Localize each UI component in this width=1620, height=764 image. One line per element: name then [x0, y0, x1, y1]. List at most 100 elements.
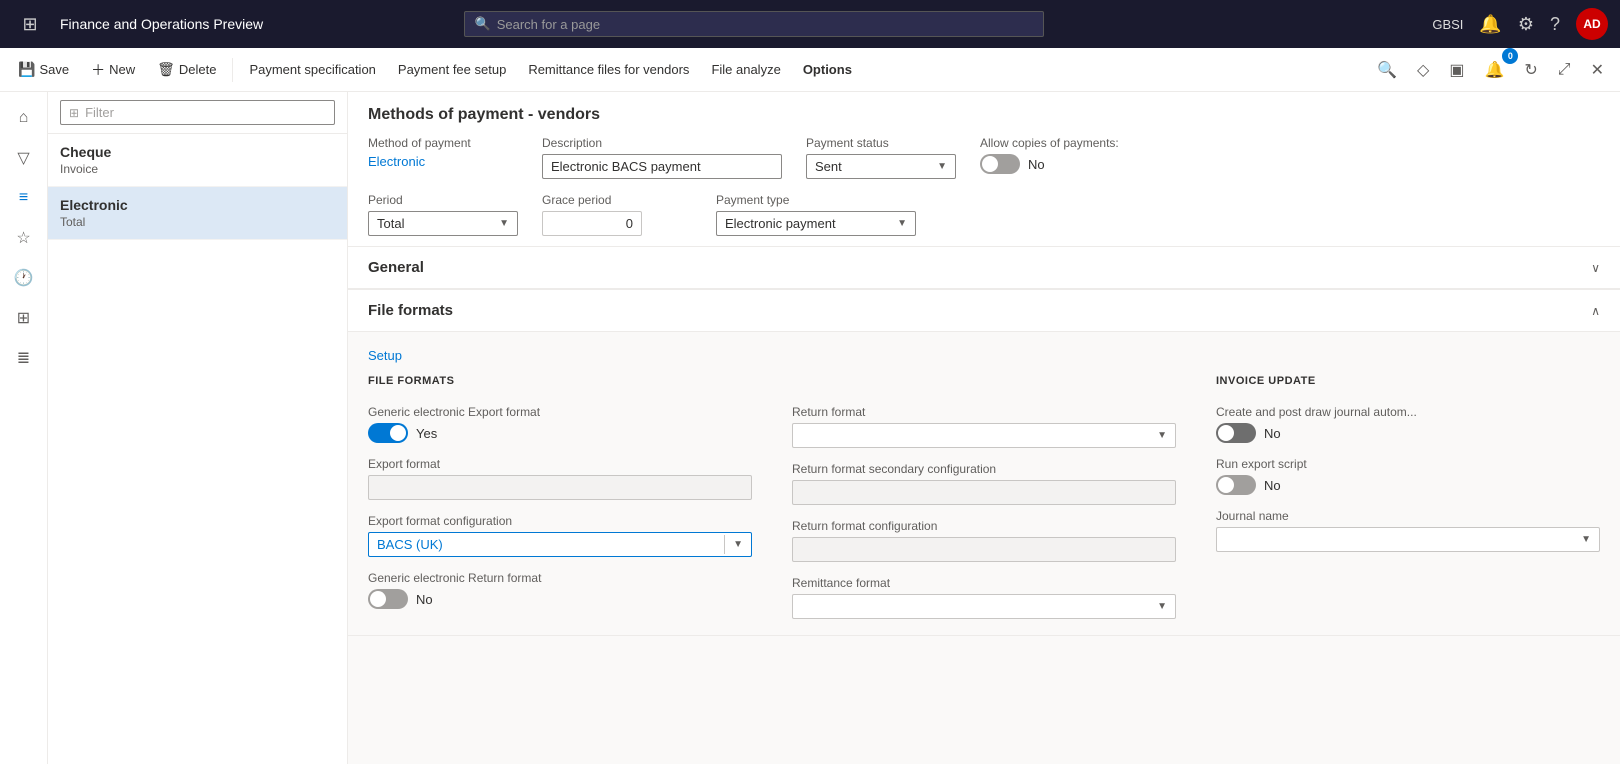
fields-grid: Method of payment Electronic Description… — [368, 136, 1600, 179]
return-format-select[interactable] — [793, 424, 1157, 447]
home-icon[interactable]: ⌂ — [6, 100, 42, 136]
nav-grid-icon[interactable]: ⊞ — [12, 6, 48, 42]
payment-spec-button[interactable]: Payment specification — [239, 56, 385, 83]
general-section: General ∨ — [348, 247, 1620, 290]
grid-icon[interactable]: ⊞ — [6, 300, 42, 336]
filter-input-wrap[interactable]: ⊞ — [60, 100, 335, 125]
file-formats-chevron: ∧ — [1591, 304, 1600, 318]
setup-link[interactable]: Setup — [368, 348, 402, 363]
delete-button[interactable]: 🗑 Delete — [147, 55, 226, 84]
payment-fee-button[interactable]: Payment fee setup — [388, 56, 516, 83]
gbsi-button[interactable]: GBSI — [1432, 17, 1463, 32]
list-item-selected[interactable]: Electronic Total — [48, 187, 347, 240]
file-formats-header[interactable]: File formats ∧ — [348, 290, 1620, 332]
search-cmd-icon[interactable]: 🔍 — [1369, 54, 1405, 86]
journal-name-label: Journal name — [1216, 509, 1600, 523]
list-item-name: Cheque — [60, 144, 335, 160]
period-select-wrap[interactable]: Total Invoice Date ▼ — [368, 211, 518, 236]
page-title: Methods of payment - vendors — [368, 106, 1600, 124]
grace-period-label: Grace period — [542, 193, 692, 207]
filter-icon[interactable]: ▽ — [6, 140, 42, 176]
generic-return-field: Generic electronic Return format No — [368, 571, 752, 609]
options-button[interactable]: Options — [793, 56, 862, 83]
detail-header: Methods of payment - vendors Method of p… — [348, 92, 1620, 247]
file-formats-grid: FILE FORMATS Generic electronic Export f… — [368, 375, 1600, 619]
generic-export-toggle[interactable] — [368, 423, 408, 443]
panel-icon[interactable]: ▣ — [1441, 54, 1472, 86]
generic-return-toggle[interactable] — [368, 589, 408, 609]
create-post-toggle[interactable] — [1216, 423, 1256, 443]
list-item[interactable]: Cheque Invoice — [48, 134, 347, 187]
export-format-config-label: Export format configuration — [368, 514, 752, 528]
chart-icon[interactable]: ≣ — [6, 340, 42, 376]
notification-badge[interactable]: 🔔 0 — [1476, 54, 1512, 86]
top-nav-right: GBSI 🔔 ⚙ ? AD — [1432, 8, 1608, 40]
bacs-chevron[interactable]: ▼ — [724, 535, 751, 554]
help-icon[interactable]: ? — [1550, 14, 1560, 35]
remittance-format-select-wrap[interactable]: ▼ — [792, 594, 1176, 619]
grace-period-field: Grace period — [542, 193, 692, 236]
method-value[interactable]: Electronic — [368, 154, 518, 169]
journal-name-select[interactable] — [1217, 528, 1581, 551]
search-input[interactable] — [497, 17, 1033, 32]
ff-col1-header: FILE FORMATS — [368, 375, 752, 387]
save-icon: 💾 — [18, 61, 35, 78]
payment-type-select-wrap[interactable]: Electronic payment Check Other ▼ — [716, 211, 916, 236]
journal-name-select-wrap[interactable]: ▼ — [1216, 527, 1600, 552]
bell-icon[interactable]: 🔔 — [1479, 14, 1501, 35]
gear-icon[interactable]: ⚙ — [1518, 14, 1534, 35]
export-format-config-field: Export format configuration ▼ — [368, 514, 752, 557]
generic-export-toggle-wrap: Yes — [368, 423, 752, 443]
diamond-icon[interactable]: ◇ — [1409, 54, 1437, 86]
save-button[interactable]: 💾 Save — [8, 55, 79, 84]
filter-input[interactable] — [85, 105, 326, 120]
export-format-input[interactable] — [368, 475, 752, 500]
bacs-input[interactable] — [369, 533, 724, 556]
grace-period-input[interactable] — [542, 211, 642, 236]
expand-icon[interactable]: ⤢ — [1550, 55, 1579, 85]
bacs-input-wrap[interactable]: ▼ — [368, 532, 752, 557]
description-label: Description — [542, 136, 782, 150]
method-of-payment-field: Method of payment Electronic — [368, 136, 518, 179]
period-select[interactable]: Total Invoice Date — [369, 212, 499, 235]
avatar[interactable]: AD — [1576, 8, 1608, 40]
payment-status-select-wrap[interactable]: Sent None Received ▼ — [806, 154, 956, 179]
export-format-field: Export format — [368, 457, 752, 500]
export-format-label: Export format — [368, 457, 752, 471]
allow-copies-toggle-wrap: No — [980, 154, 1130, 174]
return-format-secondary-field: Return format secondary configuration — [792, 462, 1176, 505]
refresh-icon[interactable]: ↻ — [1516, 54, 1545, 86]
run-export-toggle-wrap: No — [1216, 475, 1600, 495]
list-item-sub: Total — [60, 215, 335, 229]
close-icon[interactable]: ✕ — [1583, 54, 1612, 86]
general-section-header[interactable]: General ∨ — [348, 247, 1620, 289]
search-bar[interactable]: 🔍 — [464, 11, 1044, 37]
run-export-field: Run export script No — [1216, 457, 1600, 495]
top-navigation: ⊞ Finance and Operations Preview 🔍 GBSI … — [0, 0, 1620, 48]
payment-type-select[interactable]: Electronic payment Check Other — [717, 212, 897, 235]
return-format-select-wrap[interactable]: ▼ — [792, 423, 1176, 448]
file-analyze-button[interactable]: File analyze — [701, 56, 790, 83]
ff-col-2: PLACEHOLDER Return format ▼ Retu — [792, 375, 1176, 619]
remittance-format-select[interactable] — [793, 595, 1157, 618]
create-post-field: Create and post draw journal autom... No — [1216, 405, 1600, 443]
return-format-config-input[interactable] — [792, 537, 1176, 562]
generic-export-field: Generic electronic Export format Yes — [368, 405, 752, 443]
allow-copies-toggle[interactable] — [980, 154, 1020, 174]
run-export-label: Run export script — [1216, 457, 1600, 471]
allow-copies-field: Allow copies of payments: No — [980, 136, 1130, 179]
return-format-secondary-input[interactable] — [792, 480, 1176, 505]
list-icon[interactable]: ≡ — [6, 180, 42, 216]
generic-return-toggle-wrap: No — [368, 589, 752, 609]
remittance-button[interactable]: Remittance files for vendors — [518, 56, 699, 83]
new-button[interactable]: ＋ New — [81, 54, 145, 86]
description-input[interactable] — [542, 154, 782, 179]
list-item-name: Electronic — [60, 197, 335, 213]
clock-icon[interactable]: 🕐 — [6, 260, 42, 296]
star-icon[interactable]: ☆ — [6, 220, 42, 256]
payment-status-select[interactable]: Sent None Received — [807, 155, 937, 178]
period-chevron: ▼ — [499, 218, 517, 229]
remittance-format-chevron: ▼ — [1157, 601, 1175, 612]
file-formats-section: File formats ∧ Setup FILE FORMATS Generi… — [348, 290, 1620, 636]
run-export-toggle[interactable] — [1216, 475, 1256, 495]
